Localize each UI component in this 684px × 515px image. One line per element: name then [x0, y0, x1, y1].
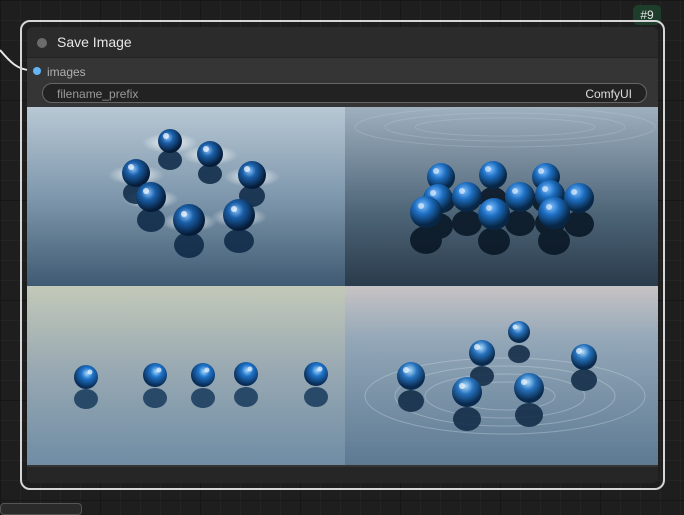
- input-socket[interactable]: [33, 67, 41, 75]
- preview-image[interactable]: [27, 286, 345, 465]
- widget-label: filename_prefix: [57, 87, 139, 101]
- save-image-node[interactable]: Save Image images filename_prefix ComfyU…: [20, 20, 665, 490]
- widget-value: ComfyUI: [585, 87, 632, 101]
- adjacent-node-edge: [0, 503, 82, 515]
- filename-prefix-field[interactable]: filename_prefix ComfyUI: [42, 83, 647, 103]
- node-footer: [27, 467, 658, 483]
- node-title: Save Image: [57, 34, 132, 50]
- node-titlebar[interactable]: Save Image: [27, 27, 658, 58]
- spheres-row-image: [27, 286, 345, 465]
- preview-image[interactable]: [27, 107, 345, 286]
- spheres-ring-image: [27, 107, 345, 286]
- input-label: images: [47, 65, 86, 79]
- image-preview-grid: [27, 107, 658, 465]
- spheres-ripples-image: [345, 286, 658, 465]
- preview-image[interactable]: [345, 107, 658, 286]
- spheres-cluster-image: [345, 107, 658, 286]
- preview-image[interactable]: [345, 286, 658, 465]
- collapse-toggle[interactable]: [37, 38, 47, 48]
